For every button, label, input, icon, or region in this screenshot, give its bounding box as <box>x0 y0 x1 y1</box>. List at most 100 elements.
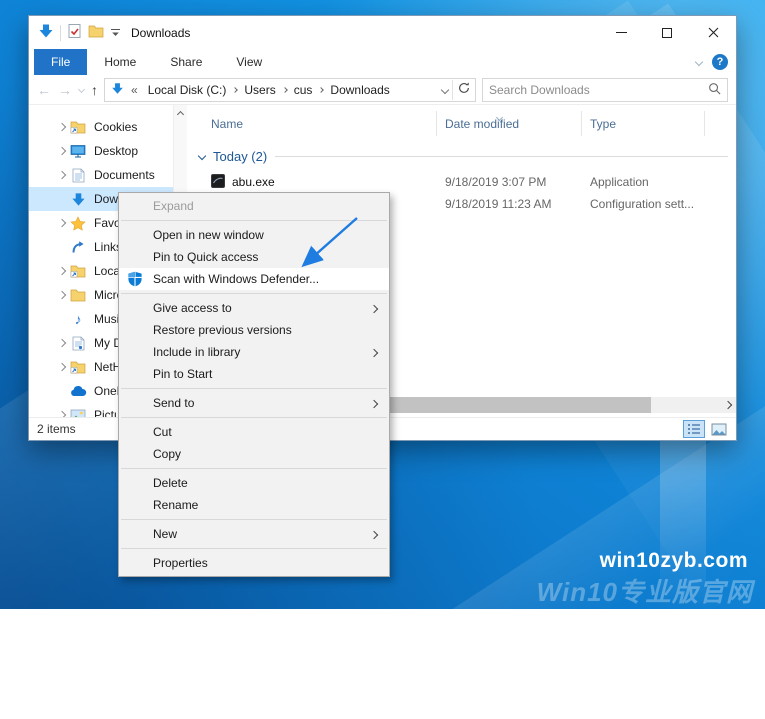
cloud-icon <box>69 385 87 397</box>
group-collapse-icon[interactable] <box>197 151 207 161</box>
breadcrumb-chevron-icon[interactable] <box>281 86 288 93</box>
expand-chevron-icon[interactable] <box>55 218 69 228</box>
menu-item-rename[interactable]: Rename <box>119 494 389 516</box>
menu-item-send-to[interactable]: Send to <box>119 392 389 414</box>
window-title: Downloads <box>131 25 191 40</box>
search-icon[interactable] <box>708 82 721 98</box>
watermark-site-name: Win10专业版官网 <box>536 577 753 607</box>
breadcrumb-segment[interactable]: Users <box>241 83 278 97</box>
minimize-button[interactable] <box>598 16 644 49</box>
breadcrumb-segment[interactable]: cus <box>291 83 316 97</box>
tab-share[interactable]: Share <box>153 49 219 75</box>
sidebar-item-documents[interactable]: Documents <box>29 163 173 187</box>
document-icon <box>69 336 87 351</box>
document-icon <box>69 168 87 183</box>
submenu-arrow-icon <box>369 527 379 541</box>
close-icon <box>708 27 718 38</box>
menu-item-properties[interactable]: Properties <box>119 552 389 574</box>
expand-chevron-icon[interactable] <box>55 362 69 372</box>
separator <box>452 79 453 100</box>
group-divider <box>275 155 728 157</box>
file-name: abu.exe <box>232 175 275 189</box>
close-button[interactable] <box>690 16 736 49</box>
column-header-date-modified[interactable]: Date modified <box>437 111 582 136</box>
folder-icon <box>69 288 87 302</box>
menu-item-pin-to-quick-access[interactable]: Pin to Quick access <box>119 246 389 268</box>
item-count: 2 items <box>37 422 76 436</box>
menu-item-restore-previous-versions[interactable]: Restore previous versions <box>119 319 389 341</box>
maximize-icon <box>662 27 672 38</box>
menu-separator <box>121 220 387 221</box>
thumbnail-view-button[interactable] <box>708 420 730 438</box>
details-view-icon <box>688 424 700 434</box>
breadcrumb-segment[interactable]: Downloads <box>327 83 392 97</box>
submenu-arrow-icon <box>369 345 379 359</box>
defender-shield-icon <box>127 271 143 287</box>
back-icon[interactable]: ← <box>37 82 51 98</box>
picture-icon <box>69 409 87 417</box>
refresh-icon[interactable] <box>457 81 471 98</box>
breadcrumb-segment[interactable]: Local Disk (C:) <box>145 83 230 97</box>
music-note-icon: ♪ <box>74 311 82 327</box>
menu-item-scan-with-windows-defender[interactable]: Scan with Windows Defender... <box>119 268 389 290</box>
sidebar-item-desktop[interactable]: Desktop <box>29 139 173 163</box>
thumbnail-view-icon <box>711 423 727 435</box>
qat-dropdown-icon[interactable] <box>110 26 121 40</box>
context-menu: Expand Open in new window Pin to Quick a… <box>118 192 390 577</box>
menu-separator <box>121 548 387 549</box>
search-box[interactable] <box>482 77 728 102</box>
menu-item-new[interactable]: New <box>119 523 389 545</box>
new-folder-icon[interactable] <box>88 24 104 41</box>
menu-item-include-in-library[interactable]: Include in library <box>119 341 389 363</box>
expand-chevron-icon[interactable] <box>55 266 69 276</box>
window-controls <box>598 16 736 49</box>
details-view-button[interactable] <box>683 420 705 438</box>
tab-view[interactable]: View <box>219 49 279 75</box>
minimize-icon <box>615 32 627 33</box>
properties-check-icon[interactable] <box>67 23 82 42</box>
menu-item-cut[interactable]: Cut <box>119 421 389 443</box>
expand-chevron-icon[interactable] <box>55 338 69 348</box>
menu-item-pin-to-start[interactable]: Pin to Start <box>119 363 389 385</box>
quick-access-toolbar <box>38 23 121 42</box>
breadcrumb-chevron-icon[interactable] <box>232 86 239 93</box>
scroll-up-icon[interactable] <box>176 110 185 119</box>
file-date-modified: 9/18/2019 3:07 PM <box>445 175 547 189</box>
up-icon[interactable]: ↑ <box>91 82 98 98</box>
help-icon[interactable]: ? <box>712 54 728 70</box>
column-header-type[interactable]: Type <box>582 111 705 136</box>
menu-item-copy[interactable]: Copy <box>119 443 389 465</box>
file-date-modified: 9/18/2019 11:23 AM <box>445 197 552 211</box>
expand-chevron-icon[interactable] <box>55 146 69 156</box>
sidebar-item-cookies[interactable]: Cookies <box>29 115 173 139</box>
tab-file[interactable]: File <box>34 49 88 75</box>
breadcrumb-chevron-icon[interactable] <box>318 86 325 93</box>
menu-separator <box>121 519 387 520</box>
submenu-arrow-icon <box>369 396 379 410</box>
search-input[interactable] <box>489 82 708 97</box>
column-header-name[interactable]: Name <box>187 111 437 136</box>
ribbon-right-controls: ? <box>694 49 728 75</box>
tab-home[interactable]: Home <box>87 49 153 75</box>
forward-icon[interactable]: → <box>58 82 72 98</box>
expand-chevron-icon[interactable] <box>55 290 69 300</box>
expand-chevron-icon[interactable] <box>55 122 69 132</box>
breadcrumb-overflow[interactable]: « <box>128 83 141 97</box>
expand-chevron-icon[interactable] <box>55 170 69 180</box>
address-dropdown-icon[interactable] <box>440 85 450 94</box>
column-header-size[interactable] <box>705 111 736 136</box>
file-type: Configuration sett... <box>590 197 695 211</box>
address-bar[interactable]: « Local Disk (C:) Users cus Downloads <box>104 77 476 102</box>
maximize-button[interactable] <box>644 16 690 49</box>
scroll-right-icon[interactable] <box>720 397 736 413</box>
ribbon-tabs: File Home Share View ? <box>29 49 736 75</box>
menu-item-delete[interactable]: Delete <box>119 472 389 494</box>
menu-item-give-access-to[interactable]: Give access to <box>119 297 389 319</box>
group-header-today[interactable]: Today (2) <box>197 146 728 166</box>
application-file-icon <box>211 173 225 191</box>
desktop-icon <box>69 144 87 158</box>
file-row[interactable]: abu.exe 9/18/2019 3:07 PM Application <box>187 171 736 193</box>
menu-item-open-in-new-window[interactable]: Open in new window <box>119 224 389 246</box>
expand-ribbon-icon[interactable] <box>694 57 704 67</box>
recent-locations-icon[interactable] <box>77 85 86 94</box>
